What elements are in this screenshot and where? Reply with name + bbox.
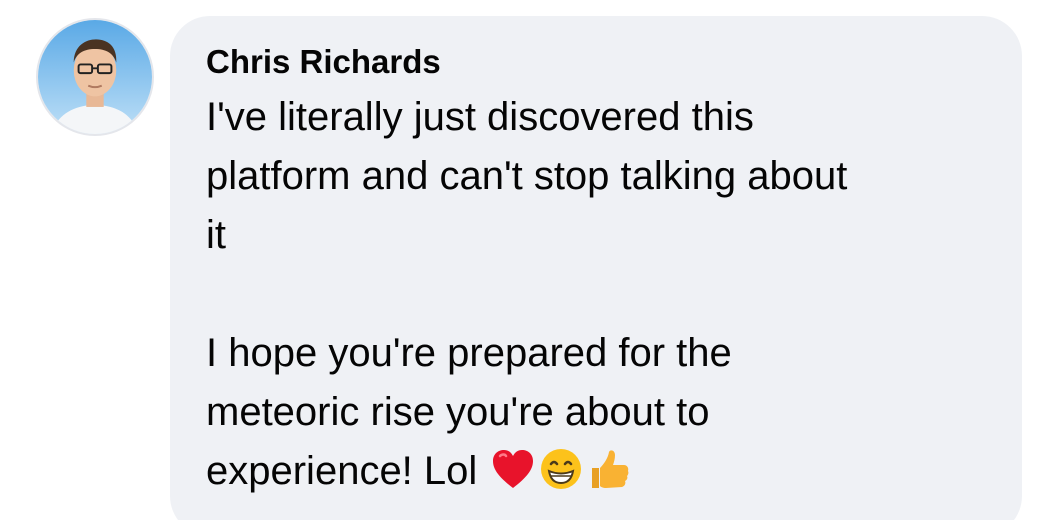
thumbs-up-icon bbox=[586, 446, 632, 492]
user-photo bbox=[38, 20, 152, 134]
comment-text-line: I've literally just discovered this bbox=[206, 95, 754, 139]
comment-author[interactable]: Chris Richards bbox=[206, 42, 986, 82]
comment-bubble: Chris Richards I've literally just disco… bbox=[170, 16, 1022, 520]
comment-text-last-line: experience! Lol bbox=[206, 442, 986, 501]
avatar[interactable] bbox=[36, 18, 154, 136]
paragraph-break bbox=[206, 265, 986, 324]
comment-text-line: it bbox=[206, 213, 226, 257]
comment-text-line: I hope you're prepared for the bbox=[206, 331, 732, 375]
comment-thread: Chris Richards I've literally just disco… bbox=[0, 0, 1056, 520]
heart-icon bbox=[490, 446, 536, 492]
comment-text-line: platform and can't stop talking about bbox=[206, 154, 848, 198]
grinning-face-icon bbox=[538, 446, 584, 492]
comment-text-line: meteoric rise you're about to bbox=[206, 390, 710, 434]
comment-text-line: experience! Lol bbox=[206, 449, 478, 493]
